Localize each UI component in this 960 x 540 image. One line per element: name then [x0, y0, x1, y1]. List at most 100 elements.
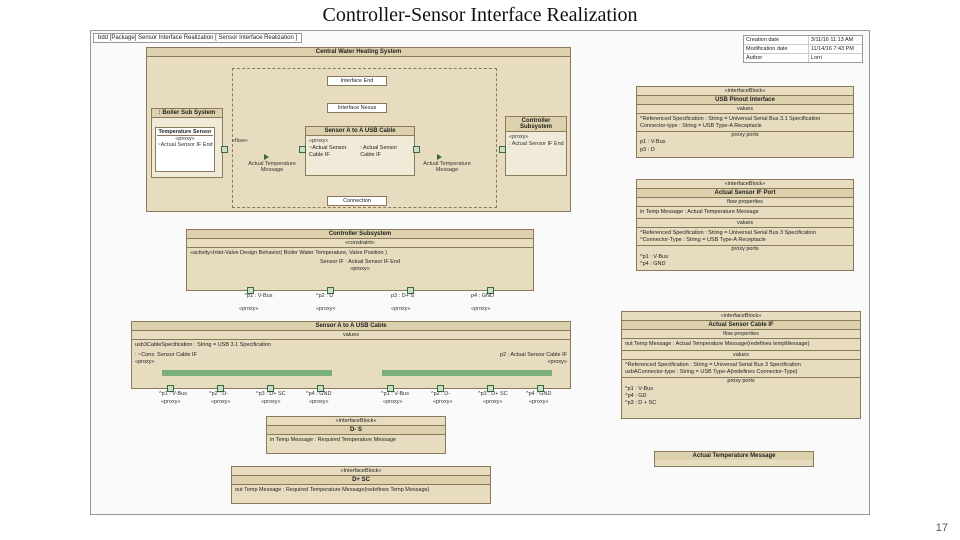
block-header: D+ SC	[232, 476, 490, 485]
label-proxy-ports: proxy ports	[637, 245, 853, 253]
block-header: D- S	[267, 426, 445, 435]
block-body: «proxy» : Actual Sensor IF End	[506, 132, 566, 150]
block-header: Actual Sensor IF Port	[637, 189, 853, 198]
block-body: «proxy» ~Actual Sensor Cable IF : Actual…	[306, 136, 414, 161]
label-proxy: «proxy»	[211, 399, 231, 405]
label-activity: «activity»Inlet-Valve Design Behavior( B…	[190, 250, 530, 257]
block-body: ^Referenced Specification : String = Uni…	[637, 228, 853, 270]
label-sensor-if: Sensor IF : Actual Sensor IF End	[190, 259, 530, 266]
label-proxy: «proxy»	[239, 306, 259, 312]
block-temp-sensor: Temperature Sensor «proxy» ~Actual Senso…	[155, 127, 215, 172]
block-header: Central Water Heating System	[147, 48, 570, 57]
label-flow: «flow»	[232, 138, 248, 144]
block-body: out Temp Message : Required Temperature …	[232, 485, 490, 496]
block-header: USB Pinout Interface	[637, 96, 853, 105]
block-sensor-cable-detail: Sensor A to A USB Cable values usb3Cable…	[131, 321, 571, 389]
block-d-plus-sc: «InterfaceBlock» D+ SC out Temp Message …	[231, 466, 491, 504]
port-icon	[221, 146, 228, 153]
meta-value: 3/11/16 11:13 AM	[809, 36, 862, 44]
label-proxy: «proxy»	[135, 359, 155, 366]
block-usb-pinout: «interfaceBlock» USB Pinout Interface va…	[636, 86, 854, 158]
block-sub: values	[622, 351, 860, 360]
label-p3: p3 : D	[640, 147, 850, 154]
label-proxy: «proxy»	[309, 399, 329, 405]
label-proxy: «proxy»	[391, 306, 411, 312]
block-body: usb3CableSpecification : String = USB 3.…	[132, 340, 570, 368]
block-stereotype: «interfaceBlock»	[637, 87, 853, 96]
label-spec: ^Referenced Specification : String = Uni…	[640, 116, 850, 123]
block-sub: «constraint»	[187, 239, 533, 248]
label-spec: ^Referenced Specification : String = Uni…	[625, 362, 857, 369]
port-icon	[413, 146, 420, 153]
label-actual-temp-msg: Actual Temperature Message	[247, 161, 297, 173]
block-actual-temp-message: Actual Temperature Message	[654, 451, 814, 467]
label-proxy: «proxy»	[509, 134, 563, 141]
block-body: ^Referenced Specification : String = Uni…	[622, 360, 860, 409]
label-proxy: «proxy»	[316, 306, 336, 312]
label-port: ^p4 : GND	[526, 391, 552, 397]
label-p1l: : ~Cons. Sensor Cable IF	[135, 352, 197, 359]
label-p2r: p2 : Actual Sensor Cable IF	[500, 352, 567, 359]
label-proxy-ports: proxy ports	[622, 377, 860, 385]
label-spec: ^Referenced Specification : String = Uni…	[640, 230, 850, 237]
label-port: ^p2 : D-	[431, 391, 450, 397]
label-interface-end: Interface End	[327, 76, 387, 86]
label-interface-nexus: Interface Nexus	[327, 103, 387, 113]
block-sub: flow properties	[622, 330, 860, 339]
label-p1: p1 : V-Bus	[640, 139, 850, 146]
block-sub: values	[132, 331, 570, 340]
label-cable-if-r: : Actual Sensor Cable IF	[360, 145, 411, 159]
arrow-icon	[437, 154, 442, 160]
diagram-canvas: bdd [Package] Sensor Interface Realizati…	[90, 30, 870, 515]
label-actual-if-end-r: : Actual Sensor IF End	[509, 141, 563, 148]
label-p1: ^p1 : V-Bus	[625, 386, 857, 393]
block-header: Sensor A to A USB Cable	[132, 322, 570, 331]
block-controller-inner: Controller Subsystem «proxy» : Actual Se…	[505, 116, 567, 176]
green-bar	[162, 370, 332, 376]
label-port-p2: ^p2 : U	[316, 293, 333, 299]
meta-value: Lorri	[809, 54, 862, 62]
port-icon	[299, 146, 306, 153]
label-p4: ^p4 : GND	[640, 261, 850, 268]
block-header: Actual Temperature Message	[655, 452, 813, 460]
meta-key: Creation date	[744, 36, 809, 44]
label-p3: ^p3 : D + SC	[625, 400, 857, 407]
block-stereotype: «interfaceBlock»	[637, 180, 853, 189]
label-port: ^p3 : D+ SC	[256, 391, 286, 397]
label-conn: ^Connector-Type : String = USB Type-A Re…	[640, 237, 850, 244]
block-body: out Temp Message : Actual Temperature Me…	[622, 339, 860, 351]
label-proxy: «proxy»	[383, 399, 403, 405]
block-body: «activity»Inlet-Valve Design Behavior( B…	[187, 248, 533, 275]
label-port-p4: p4 : GND	[471, 293, 494, 299]
label-proxy: «proxy»	[433, 399, 453, 405]
block-sensor-cable-inner: Sensor A to A USB Cable «proxy» ~Actual …	[305, 126, 415, 176]
label-cable-if-l: ~Actual Sensor Cable IF	[309, 145, 360, 159]
block-stereotype: «InterfaceBlock»	[232, 467, 490, 476]
label-proxy-ports: proxy ports	[637, 131, 853, 139]
block-sub: values	[637, 219, 853, 228]
label-conn: Connector-type : String = USB Type-A Rec…	[640, 123, 850, 130]
block-stereotype: «interfaceBlock»	[622, 312, 860, 321]
label-connection: Connection	[327, 196, 387, 206]
block-actual-sensor-if-port: «interfaceBlock» Actual Sensor IF Port f…	[636, 179, 854, 271]
label-proxy: «proxy»	[547, 359, 567, 366]
label-proxy: «proxy»	[483, 399, 503, 405]
block-sub: flow properties	[637, 198, 853, 207]
bdd-header: bdd [Package] Sensor Interface Realizati…	[93, 33, 302, 43]
label-port: ^p1 : V-Bus	[381, 391, 409, 397]
label-proxy: «proxy»	[529, 399, 549, 405]
block-d-minus-s: «InterfaceBlock» D- S in Temp Message : …	[266, 416, 446, 454]
meta-key: Author	[744, 54, 809, 62]
page-title: Controller-Sensor Interface Realization	[0, 4, 960, 27]
label-proxy: «proxy»	[161, 399, 181, 405]
label-proxy: «proxy»	[471, 306, 491, 312]
label-proxy: «proxy»	[309, 138, 411, 145]
block-boiler: : Boiler Sub System Temperature Sensor «…	[151, 108, 223, 178]
label-conn: usbAConnector-type : String = USB Type-A…	[625, 369, 857, 376]
block-body: ^Referenced Specification : String = Uni…	[637, 114, 853, 156]
block-header: Controller Subsystem	[187, 230, 533, 239]
block-actual-sensor-cable-if: «interfaceBlock» Actual Sensor Cable IF …	[621, 311, 861, 419]
block-stereotype: «InterfaceBlock»	[267, 417, 445, 426]
label-actual-if-end: ~Actual Sensor IF End	[157, 142, 213, 148]
label-port: ^p1 : V-Bus	[159, 391, 187, 397]
